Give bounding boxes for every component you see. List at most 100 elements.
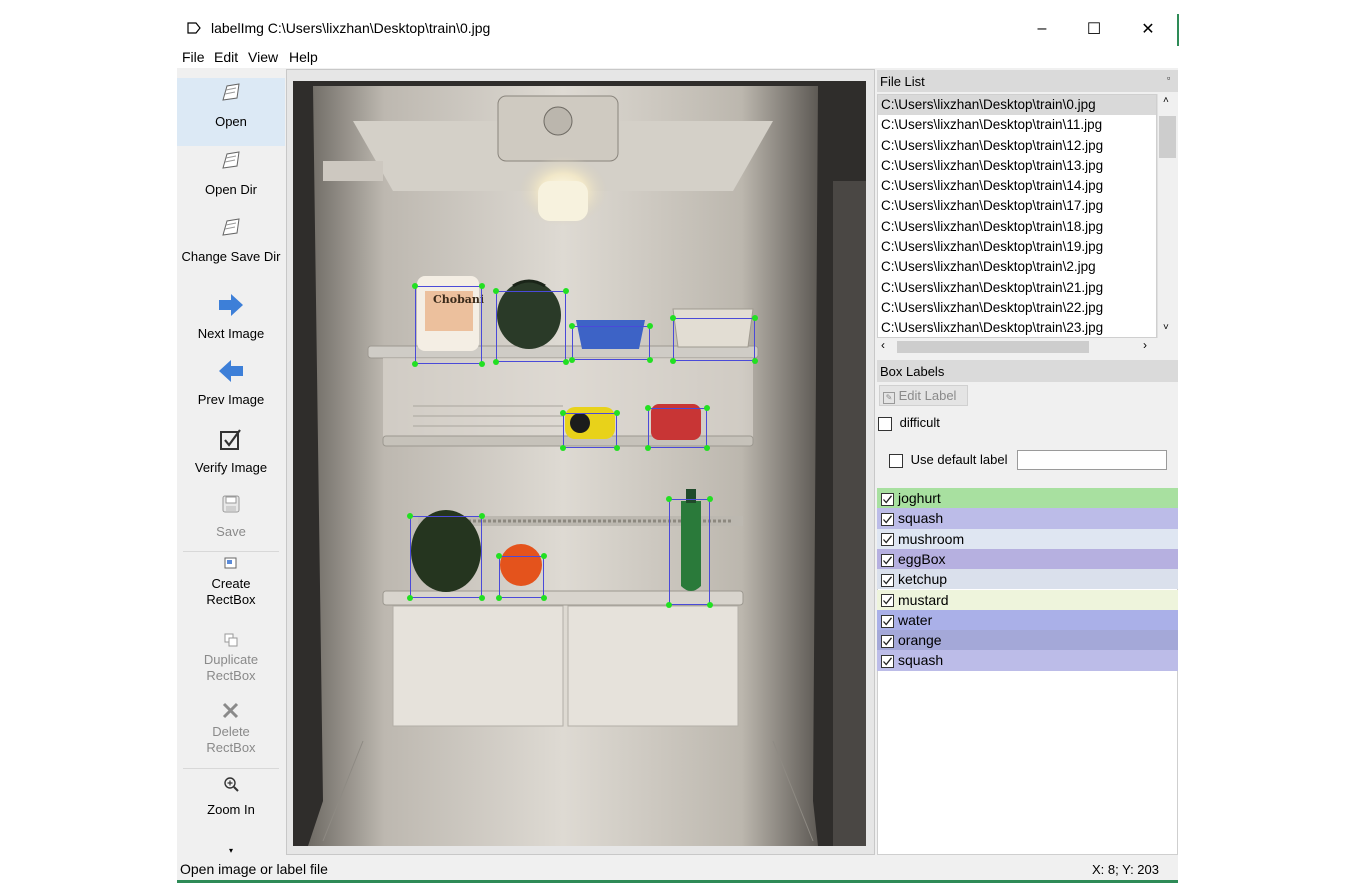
vertex-handle[interactable] [645, 405, 651, 411]
fridge-photo[interactable]: Chobani [293, 81, 866, 846]
file-list-item[interactable]: C:\Users\lixzhan\Desktop\train\0.jpg [878, 95, 1156, 116]
vertex-handle[interactable] [496, 595, 502, 601]
file-list-item[interactable]: C:\Users\lixzhan\Desktop\train\23.jpg [878, 318, 1156, 337]
vertex-handle[interactable] [707, 602, 713, 608]
edit-label-button[interactable]: ✎ Edit Label [879, 385, 968, 406]
label-list-item[interactable]: squash [877, 508, 1178, 529]
difficult-checkbox-box[interactable] [878, 416, 892, 431]
file-list-item[interactable]: C:\Users\lixzhan\Desktop\train\13.jpg [878, 156, 1156, 176]
vertex-handle[interactable] [569, 357, 575, 363]
scroll-thumb[interactable] [897, 341, 1089, 353]
annotation-box-water[interactable] [669, 499, 710, 605]
annotation-box-eggbox[interactable] [673, 318, 755, 361]
duplicate-rectbox-button[interactable]: Duplicate RectBox [177, 632, 285, 698]
vertex-handle[interactable] [407, 595, 413, 601]
create-rectbox-button[interactable]: Create RectBox [177, 556, 285, 628]
annotation-box-squash[interactable] [410, 516, 482, 598]
maximize-button[interactable]: ☐ [1071, 12, 1117, 46]
vertex-handle[interactable] [541, 595, 547, 601]
file-list-item[interactable]: C:\Users\lixzhan\Desktop\train\21.jpg [878, 278, 1156, 298]
vertex-handle[interactable] [412, 283, 418, 289]
label-visibility-checkbox[interactable] [881, 533, 894, 547]
vertex-handle[interactable] [493, 359, 499, 365]
menu-view[interactable]: View [248, 49, 278, 65]
vertex-handle[interactable] [670, 358, 676, 364]
vertex-handle[interactable] [479, 283, 485, 289]
vertex-handle[interactable] [704, 405, 710, 411]
label-visibility-checkbox[interactable] [881, 492, 894, 506]
vertex-handle[interactable] [614, 445, 620, 451]
toolbar-overflow-icon[interactable]: ▾ [229, 846, 233, 855]
file-list-horizontal-scrollbar[interactable]: ‹ › [877, 338, 1177, 355]
label-list-item[interactable]: mushroom [877, 528, 1178, 549]
menu-edit[interactable]: Edit [214, 49, 238, 65]
label-list-item[interactable]: orange [877, 630, 1178, 651]
label-visibility-checkbox[interactable] [881, 553, 894, 567]
file-list-item[interactable]: C:\Users\lixzhan\Desktop\train\22.jpg [878, 298, 1156, 318]
label-list-item[interactable]: eggBox [877, 548, 1178, 570]
vertex-handle[interactable] [412, 361, 418, 367]
annotation-box-mustard[interactable] [563, 413, 617, 448]
float-dock-icon[interactable]: ▫ [1167, 73, 1170, 83]
vertex-handle[interactable] [479, 513, 485, 519]
vertex-handle[interactable] [645, 445, 651, 451]
open-dir-button[interactable]: Open Dir [177, 148, 285, 214]
delete-rectbox-button[interactable]: Delete RectBox [177, 700, 285, 768]
close-button[interactable]: ✕ [1125, 12, 1171, 46]
label-list-item[interactable]: mustard [877, 589, 1178, 610]
scroll-up-icon[interactable]: ˄ [1163, 95, 1169, 106]
label-list-item[interactable]: water [877, 609, 1178, 631]
vertex-handle[interactable] [670, 315, 676, 321]
vertex-handle[interactable] [541, 553, 547, 559]
vertex-handle[interactable] [752, 315, 758, 321]
file-list-item[interactable]: C:\Users\lixzhan\Desktop\train\17.jpg [878, 196, 1156, 216]
annotation-box-mushroom[interactable] [572, 326, 650, 360]
save-button[interactable]: Save [177, 490, 285, 550]
label-visibility-checkbox[interactable] [881, 573, 894, 587]
label-list-item[interactable]: joghurt [877, 488, 1178, 509]
label-visibility-checkbox[interactable] [881, 513, 894, 527]
file-list-item[interactable]: C:\Users\lixzhan\Desktop\train\11.jpg [878, 115, 1156, 135]
vertex-handle[interactable] [614, 410, 620, 416]
use-default-label-checkbox-box[interactable] [889, 453, 903, 468]
next-image-button[interactable]: Next Image [177, 282, 285, 350]
menu-help[interactable]: Help [289, 49, 318, 65]
vertex-handle[interactable] [647, 323, 653, 329]
label-list-item[interactable]: ketchup [877, 569, 1178, 590]
annotation-box-ketchup[interactable] [648, 408, 707, 448]
vertex-handle[interactable] [569, 323, 575, 329]
vertex-handle[interactable] [647, 357, 653, 363]
difficult-checkbox[interactable]: difficult [878, 415, 940, 431]
default-label-input[interactable] [1017, 450, 1167, 470]
use-default-label-checkbox[interactable]: Use default label [889, 452, 1007, 468]
vertex-handle[interactable] [560, 410, 566, 416]
prev-image-button[interactable]: Prev Image [177, 352, 285, 418]
annotation-box-squash[interactable] [496, 291, 566, 362]
file-list-item[interactable]: C:\Users\lixzhan\Desktop\train\19.jpg [878, 237, 1156, 257]
annotation-box-joghurt[interactable] [415, 286, 482, 364]
file-list-vertical-scrollbar[interactable]: ˄ ˅ [1157, 94, 1178, 338]
scroll-down-icon[interactable]: ˅ [1163, 322, 1169, 333]
vertex-handle[interactable] [666, 496, 672, 502]
label-visibility-checkbox[interactable] [881, 634, 894, 648]
vertex-handle[interactable] [496, 553, 502, 559]
vertex-handle[interactable] [563, 288, 569, 294]
label-visibility-checkbox[interactable] [881, 655, 894, 669]
scroll-left-icon[interactable]: ‹ [881, 338, 885, 352]
label-visibility-checkbox[interactable] [881, 614, 894, 628]
vertex-handle[interactable] [707, 496, 713, 502]
file-list-item[interactable]: C:\Users\lixzhan\Desktop\train\14.jpg [878, 176, 1156, 196]
minimize-button[interactable]: – [1019, 12, 1065, 46]
vertex-handle[interactable] [560, 445, 566, 451]
vertex-handle[interactable] [666, 602, 672, 608]
verify-image-button[interactable]: Verify Image [177, 420, 285, 486]
annotation-box-orange[interactable] [499, 556, 544, 598]
vertex-handle[interactable] [704, 445, 710, 451]
change-save-dir-button[interactable]: Change Save Dir [177, 215, 285, 281]
label-list-item[interactable]: squash [877, 650, 1178, 671]
file-list-item[interactable]: C:\Users\lixzhan\Desktop\train\2.jpg [878, 257, 1156, 277]
file-list-item[interactable]: C:\Users\lixzhan\Desktop\train\18.jpg [878, 217, 1156, 237]
scroll-thumb[interactable] [1159, 116, 1176, 158]
vertex-handle[interactable] [479, 595, 485, 601]
vertex-handle[interactable] [407, 513, 413, 519]
